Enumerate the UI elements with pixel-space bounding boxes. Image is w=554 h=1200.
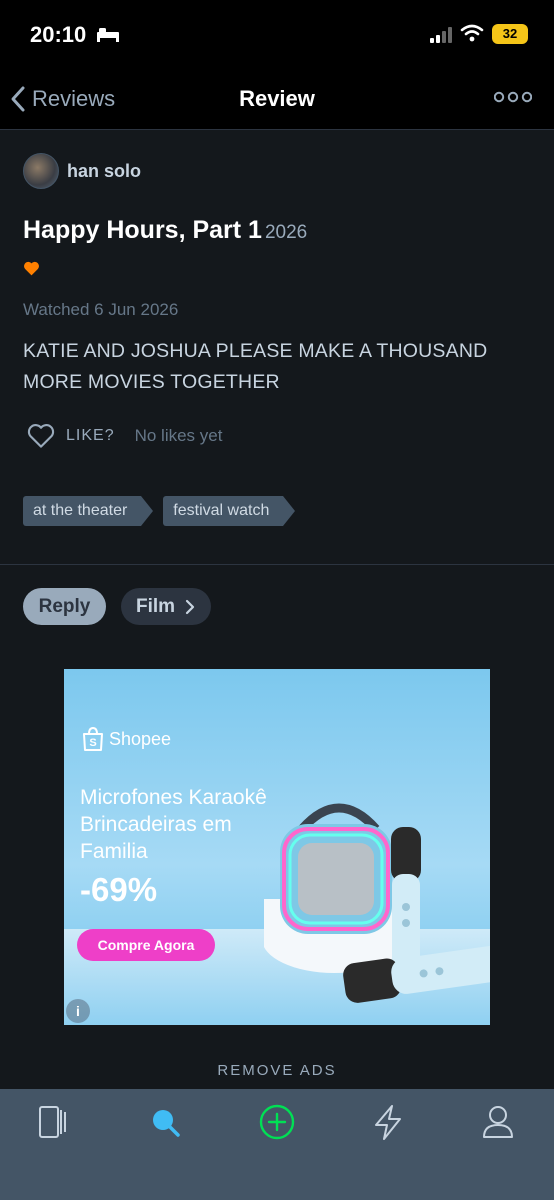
chevron-right-icon [185,599,195,615]
like-row: LIKE? No likes yet [26,423,222,449]
remove-ads-link[interactable]: REMOVE ADS [0,1062,554,1079]
ad-banner[interactable]: S Shopee Microfones Karaokê Brincadeiras… [64,669,490,1025]
navigation-bar: Reviews Review [0,68,554,130]
status-bar: 20:10 32 [0,0,554,68]
films-icon[interactable] [34,1103,78,1143]
tag-festival-watch[interactable]: festival watch [163,496,296,526]
ad-discount: -69% [80,871,158,908]
avatar[interactable] [23,153,59,189]
film-button-label: Film [136,596,176,617]
search-icon[interactable] [145,1103,189,1143]
more-options-icon[interactable] [494,90,532,104]
film-year: 2026 [264,222,308,243]
liked-heart-icon [24,261,39,276]
ad-brand: S Shopee [82,727,171,751]
ad-info-button[interactable]: i [66,999,90,1023]
heart-outline-icon[interactable] [26,423,56,449]
like-button[interactable]: LIKE? [66,427,115,445]
wifi-icon [460,24,484,42]
ad-brand-name: Shopee [109,728,172,749]
review-body: KATIE AND JOSHUA PLEASE MAKE A THOUSAND … [23,340,488,393]
film-title[interactable]: Happy Hours, Part 1 2026 [23,216,307,245]
divider [0,564,554,565]
likes-count: No likes yet [134,426,223,445]
add-icon[interactable] [255,1103,299,1143]
svg-text:S: S [89,737,96,749]
tag-list: at the theater festival watch [23,496,305,526]
ad-cta-button[interactable]: Compre Agora [77,929,215,961]
status-time: 20:10 [30,22,87,47]
film-button[interactable]: Film [121,588,211,625]
film-title-text: Happy Hours, Part 1 [23,216,262,244]
battery-indicator: 32 [492,24,528,44]
tab-bar [0,1089,554,1200]
page-title: Review [239,86,315,111]
review-author[interactable]: han solo [23,153,141,189]
author-name[interactable]: han solo [67,161,141,182]
tag-at-the-theater[interactable]: at the theater [23,496,154,526]
karaoke-speaker-image [264,803,490,1003]
profile-icon[interactable] [476,1103,520,1143]
watched-date: Watched 6 Jun 2026 [23,300,179,319]
shopping-bag-icon: S [83,727,103,751]
reply-button[interactable]: Reply [23,588,106,625]
activity-icon[interactable] [366,1103,410,1143]
sleep-focus-icon [97,28,119,42]
cellular-signal-icon [430,27,452,43]
